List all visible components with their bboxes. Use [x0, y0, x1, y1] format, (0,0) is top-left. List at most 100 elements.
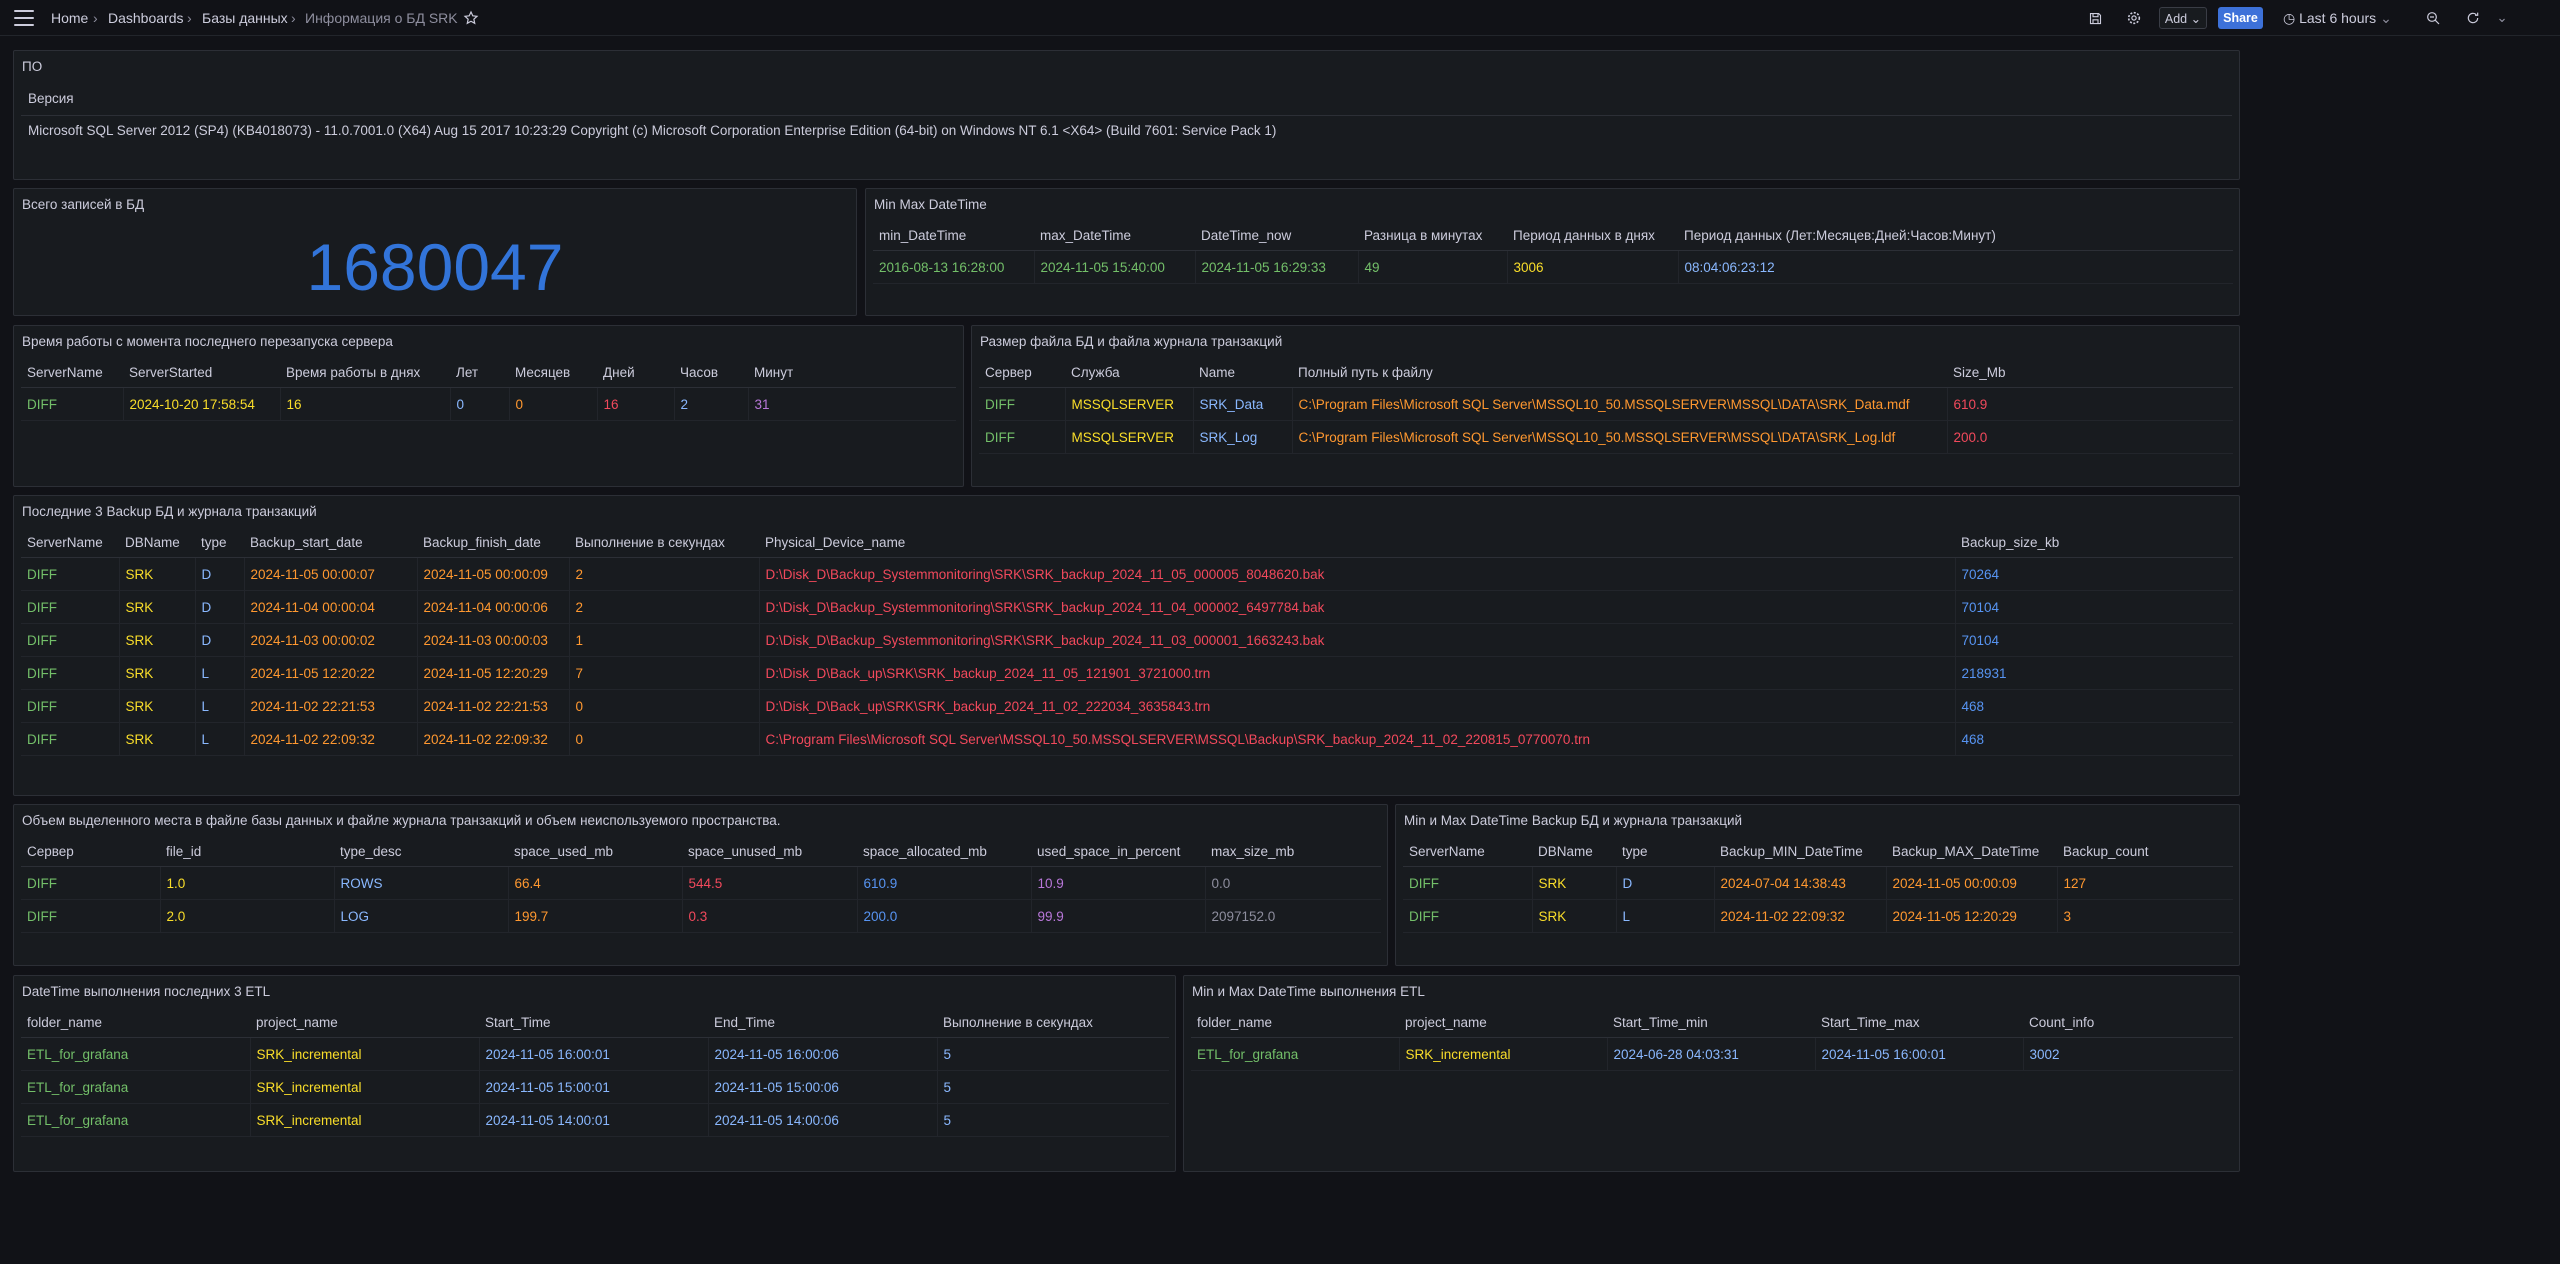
table-cell: ETL_for_grafana — [21, 1070, 250, 1104]
column-header[interactable]: Период данных (Лет:Месяцев:Дней:Часов:Ми… — [1678, 221, 2233, 251]
chevron-down-icon[interactable]: ⌄ — [2492, 8, 2512, 28]
column-header[interactable]: Разница в минутах — [1358, 221, 1507, 251]
column-header[interactable]: type — [1616, 837, 1714, 867]
breadcrumb-folder[interactable]: Базы данных — [202, 0, 288, 36]
table-cell: 2024-11-05 12:20:29 — [416, 656, 569, 690]
gear-icon[interactable] — [2124, 8, 2144, 28]
table-cell: 0.3 — [681, 899, 857, 933]
table-cell: 200.0 — [1946, 420, 2233, 454]
column-header[interactable]: DBName — [119, 528, 195, 558]
table-cell: 199.7 — [507, 899, 682, 933]
column-header[interactable]: project_name — [250, 1008, 479, 1038]
table-cell: 2024-11-05 00:00:07 — [243, 557, 417, 591]
column-header[interactable]: Выполнение в секундах — [937, 1008, 1169, 1038]
column-header[interactable]: folder_name — [1191, 1008, 1399, 1038]
table-cell: DIFF — [21, 623, 119, 657]
table-cell: D — [1615, 866, 1714, 900]
column-header[interactable]: Backup_size_kb — [1955, 528, 2233, 558]
column-header[interactable]: Выполнение в секундах — [569, 528, 759, 558]
star-icon[interactable] — [461, 8, 481, 28]
table-cell: DIFF — [1403, 899, 1532, 933]
panel-total-records: Всего записей в БД 1680047 — [13, 188, 857, 316]
column-header[interactable]: Минут — [748, 358, 956, 388]
column-header[interactable]: Backup_MIN_DateTime — [1714, 837, 1886, 867]
column-header[interactable]: Name — [1193, 358, 1292, 388]
stat-value: 1680047 — [306, 230, 564, 304]
table-cell: SRK — [118, 557, 195, 591]
column-header[interactable]: type_desc — [334, 837, 508, 867]
column-header[interactable]: Период данных в днях — [1507, 221, 1678, 251]
column-header[interactable]: End_Time — [708, 1008, 937, 1038]
time-range-picker[interactable]: ◷ Last 6 hours ⌄ — [2283, 7, 2413, 29]
column-header[interactable]: Лет — [450, 358, 509, 388]
table-cell: 468 — [1954, 689, 2233, 723]
column-header[interactable]: ServerName — [21, 358, 123, 388]
column-header[interactable]: Physical_Device_name — [759, 528, 1955, 558]
panel-etl-last: DateTime выполнения последних 3 ETL fold… — [13, 975, 1176, 1172]
table-cell: L — [194, 722, 244, 756]
table-cell: 2024-06-28 04:03:31 — [1606, 1037, 1815, 1071]
table-cell: 5 — [936, 1037, 1169, 1071]
add-button-label: Add — [2164, 12, 2188, 26]
menu-icon[interactable] — [14, 10, 34, 26]
column-header[interactable]: file_id — [160, 837, 334, 867]
column-header[interactable]: Сервер — [979, 358, 1065, 388]
share-button[interactable]: Share — [2218, 7, 2263, 29]
column-header[interactable]: Месяцев — [509, 358, 597, 388]
column-header[interactable]: Полный путь к файлу — [1292, 358, 1947, 388]
table-cell: 2024-11-02 22:21:53 — [416, 689, 569, 723]
column-header[interactable]: space_allocated_mb — [857, 837, 1031, 867]
column-header[interactable]: DateTime_now — [1195, 221, 1358, 251]
zoom-out-icon[interactable] — [2423, 8, 2443, 28]
column-header[interactable]: ServerStarted — [123, 358, 280, 388]
column-header[interactable]: Версия — [28, 91, 74, 106]
table-cell: D:\Disk_D\Backup_Systemmonitoring\SRK\SR… — [758, 590, 1955, 624]
column-header[interactable]: Дней — [597, 358, 674, 388]
table-cell: 2024-11-05 12:20:22 — [243, 656, 417, 690]
chevron-right-icon: › — [187, 10, 192, 26]
panel-title: ПО — [22, 59, 43, 74]
table-row: 2016-08-13 16:28:00 2024-11-05 15:40:00 … — [873, 250, 2233, 284]
table-cell: SRK — [118, 656, 195, 690]
column-header[interactable]: Size_Mb — [1947, 358, 2233, 388]
table-cell: 2 — [568, 590, 759, 624]
column-header[interactable]: Время работы в днях — [280, 358, 450, 388]
column-header[interactable]: ServerName — [21, 528, 119, 558]
column-header[interactable]: used_space_in_percent — [1031, 837, 1205, 867]
breadcrumb-dashboards[interactable]: Dashboards — [108, 0, 184, 36]
column-header[interactable]: ServerName — [1403, 837, 1532, 867]
add-button[interactable]: Add ⌄ — [2159, 7, 2207, 29]
breadcrumb-home[interactable]: Home — [51, 0, 88, 36]
column-header[interactable]: Часов — [674, 358, 748, 388]
table-cell: 2024-11-04 00:00:06 — [416, 590, 569, 624]
column-header[interactable]: min_DateTime — [873, 221, 1034, 251]
column-header[interactable]: Backup_start_date — [244, 528, 417, 558]
table-cell: MSSQLSERVER — [1064, 387, 1193, 421]
column-header[interactable]: DBName — [1532, 837, 1616, 867]
column-header[interactable]: Сервер — [21, 837, 160, 867]
column-header[interactable]: max_DateTime — [1034, 221, 1195, 251]
column-header[interactable]: Count_info — [2023, 1008, 2233, 1038]
table-cell: 08:04:06:23:12 — [1677, 250, 2233, 284]
column-header[interactable]: Backup_count — [2057, 837, 2233, 867]
refresh-icon[interactable] — [2463, 8, 2483, 28]
table-cell: DIFF — [21, 590, 119, 624]
column-header[interactable]: project_name — [1399, 1008, 1607, 1038]
panel-title: Всего записей в БД — [22, 197, 145, 212]
table-row: DIFF SRK D 2024-07-04 14:38:43 2024-11-0… — [1403, 866, 2233, 900]
column-header[interactable]: Start_Time — [479, 1008, 708, 1038]
save-icon[interactable] — [2085, 8, 2105, 28]
panel-title: Время работы с момента последнего переза… — [22, 334, 393, 349]
table-cell: 5 — [936, 1103, 1169, 1137]
column-header[interactable]: Start_Time_min — [1607, 1008, 1815, 1038]
table-row: ETL_for_grafana SRK_incremental 2024-11-… — [21, 1070, 1169, 1104]
column-header[interactable]: max_size_mb — [1205, 837, 1381, 867]
column-header[interactable]: Backup_MAX_DateTime — [1886, 837, 2057, 867]
column-header[interactable]: space_unused_mb — [682, 837, 857, 867]
column-header[interactable]: space_used_mb — [508, 837, 682, 867]
column-header[interactable]: Служба — [1065, 358, 1193, 388]
column-header[interactable]: folder_name — [21, 1008, 250, 1038]
column-header[interactable]: type — [195, 528, 244, 558]
column-header[interactable]: Backup_finish_date — [417, 528, 569, 558]
column-header[interactable]: Start_Time_max — [1815, 1008, 2023, 1038]
